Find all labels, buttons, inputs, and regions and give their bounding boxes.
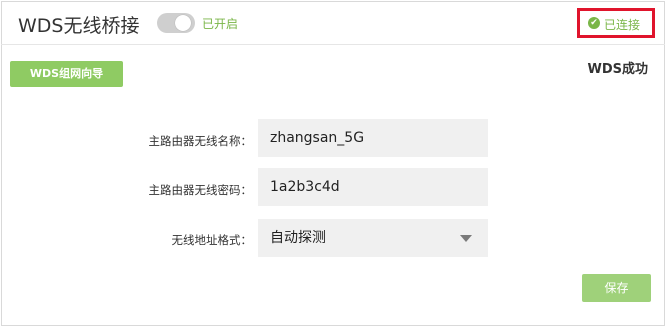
- chevron-down-icon: [460, 235, 472, 242]
- page-title: WDS无线桥接: [18, 15, 140, 37]
- panel-header: WDS无线桥接 已开启 ✔ 已连接: [1, 1, 665, 45]
- save-button[interactable]: 保存: [582, 274, 651, 302]
- password-input[interactable]: 1a2b3c4d: [258, 168, 488, 206]
- address-format-label: 无线地址格式：: [171, 233, 253, 247]
- wds-wizard-button[interactable]: WDS组网向导: [10, 61, 123, 87]
- ssid-input[interactable]: zhangsan_5G: [258, 119, 488, 157]
- toggle-knob: [175, 15, 191, 31]
- wds-panel: [1, 1, 665, 326]
- address-format-select[interactable]: 自动探测: [258, 219, 488, 257]
- check-circle-icon: ✔: [588, 17, 600, 29]
- password-label: 主路由器无线密码：: [148, 183, 253, 197]
- ssid-label: 主路由器无线名称：: [148, 134, 253, 148]
- address-format-value: 自动探测: [270, 230, 326, 246]
- connection-status-badge: ✔ 已连接: [577, 8, 655, 38]
- wds-result-text: WDS成功: [587, 62, 649, 77]
- connection-status-label: 已连接: [604, 18, 641, 32]
- toggle-status-label: 已开启: [202, 17, 239, 31]
- wds-toggle[interactable]: [157, 13, 195, 33]
